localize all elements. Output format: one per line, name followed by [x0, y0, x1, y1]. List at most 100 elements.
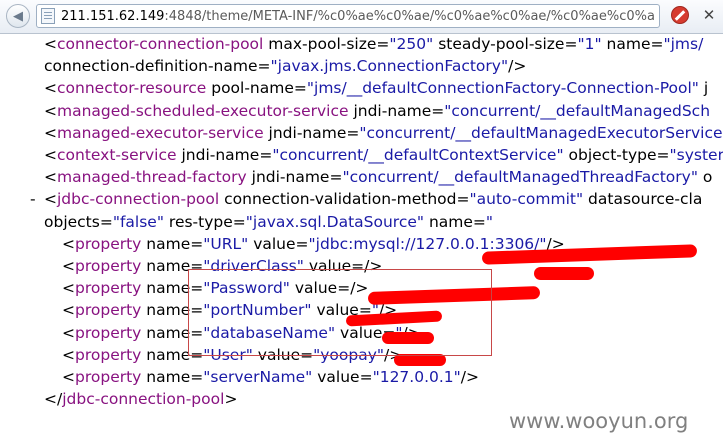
xml-value: "concurrent/__defaultManagedSch — [444, 101, 711, 120]
xml-punct: < — [44, 190, 57, 209]
xml-tag: connector-resource — [57, 79, 207, 98]
xml-punct: = — [257, 57, 271, 76]
xml-tag: managed-executor-service — [57, 123, 264, 142]
xml-tag: jdbc-connection-pool — [57, 190, 220, 209]
xml-punct: = — [472, 212, 486, 231]
xml-value: "1" — [577, 35, 602, 53]
xml-punct: /> — [460, 368, 480, 386]
xml-punct: < — [62, 368, 75, 386]
xml-tag: property — [75, 368, 142, 386]
collapse-toggle[interactable]: - — [30, 189, 44, 209]
xml-punct: < — [62, 234, 75, 253]
xml-punct: < — [62, 323, 75, 342]
xml-value: " — [485, 212, 494, 231]
xml-line: <connector-connection-pool max-pool-size… — [44, 34, 703, 54]
xml-punct: = — [259, 146, 273, 164]
xml-value: "javax.sql.DataSource" — [245, 212, 425, 231]
xml-punct: < — [62, 345, 75, 364]
address-bar[interactable]: 211.151.62.149:4848/theme/META-INF/%c0%a… — [36, 4, 660, 28]
url-path: :4848/theme/META-INF/%c0%ae%c0%ae/%c0%ae… — [164, 9, 655, 24]
xml-punct: < — [62, 279, 75, 298]
xml-value: "jms/__defaultConnectionFactory-Connecti… — [306, 79, 699, 98]
xml-attr: name — [424, 212, 473, 231]
xml-punct: < — [62, 257, 75, 275]
xml-line: <property name="serverName" value="127.0… — [62, 367, 479, 387]
xml-attr: connection-definition-name — [44, 57, 258, 76]
xml-value: "auto-commit" — [469, 190, 584, 209]
browser-toolbar: ◀ 211.151.62.149:4848/theme/META-INF/%c0… — [0, 0, 723, 34]
xml-attr: j — [698, 79, 709, 98]
xml-punct: < — [44, 79, 57, 98]
back-icon[interactable]: ◀ — [6, 4, 30, 28]
xml-value: "false" — [112, 212, 164, 231]
xml-tag: jdbc-connection-pool — [62, 390, 225, 409]
xml-punct: > — [224, 390, 238, 409]
xml-line: connection-definition-name="javax.jms.Co… — [44, 56, 526, 76]
xml-attr: name — [141, 234, 191, 253]
xml-tag: property — [75, 257, 142, 275]
xml-attr: jndi-name — [348, 101, 432, 120]
xml-line: - <jdbc-connection-pool connection-valida… — [30, 189, 702, 209]
xml-line: <managed-scheduled-executor-service jndi… — [44, 101, 710, 121]
xml-attr: name — [141, 368, 191, 386]
xml-punct: = — [650, 35, 664, 53]
xml-attr: datasource-cla — [583, 190, 703, 209]
xml-punct: = — [346, 123, 360, 142]
xml-punct: < — [44, 146, 57, 164]
xml-punct: < — [44, 168, 57, 187]
xml-attr: name — [141, 323, 191, 342]
xml-attr: jndi-name — [176, 146, 260, 164]
xml-value: "URL" — [203, 234, 249, 253]
xml-punct: < — [62, 301, 75, 320]
highlight-box — [188, 269, 492, 356]
xml-punct: = — [376, 35, 390, 53]
xml-line: <context-service jndi-name="concurrent/_… — [44, 145, 723, 165]
xml-attr: jndi-name — [246, 168, 330, 187]
xml-value: "250" — [389, 35, 434, 53]
xml-line: </jdbc-connection-pool> — [44, 389, 237, 409]
xml-punct: < — [44, 101, 57, 120]
xml-viewer: <connector-connection-pool max-pool-size… — [0, 33, 723, 433]
xml-punct: = — [359, 368, 373, 386]
xml-line: objects="false" res-type="javax.sql.Data… — [44, 212, 493, 232]
close-icon[interactable]: ✕ — [699, 5, 719, 25]
xml-value: "127.0.0.1" — [372, 368, 461, 386]
xml-attr: name — [141, 279, 191, 298]
xml-attr: object-type — [563, 146, 657, 164]
xml-line: <managed-executor-service jndi-name="con… — [44, 123, 723, 143]
xml-value: "javax.jms.ConnectionFactory" — [270, 57, 509, 76]
xml-tag: property — [75, 279, 142, 298]
xml-punct: = — [190, 234, 204, 253]
xml-tag: managed-scheduled-executor-service — [57, 101, 349, 120]
page-icon — [41, 8, 55, 24]
blocked-icon[interactable] — [671, 6, 689, 24]
xml-attr: o — [697, 168, 713, 187]
xml-punct: < — [44, 35, 57, 53]
xml-punct: = — [656, 146, 670, 164]
xml-attr: value — [312, 368, 360, 386]
xml-value: "serverName" — [203, 368, 313, 386]
xml-attr: name — [141, 345, 191, 364]
xml-punct: /> — [508, 57, 527, 76]
xml-tag: managed-thread-factory — [57, 168, 247, 187]
xml-punct: = — [295, 234, 309, 253]
xml-punct: = — [329, 168, 343, 187]
url-host: 211.151.62.149 — [61, 9, 165, 24]
xml-value: "concurrent/__defaultContextService" — [272, 146, 564, 164]
watermark: www.wooyun.org — [509, 409, 689, 433]
xml-attr: value — [248, 234, 296, 253]
xml-tag: property — [75, 234, 142, 253]
url-text[interactable]: 211.151.62.149:4848/theme/META-INF/%c0%a… — [61, 8, 655, 25]
xml-tag: property — [75, 323, 142, 342]
xml-punct: </ — [44, 390, 63, 409]
xml-tag: property — [75, 345, 142, 364]
xml-attr: res-type — [163, 212, 233, 231]
xml-punct: = — [99, 212, 113, 231]
xml-attr: pool-name — [206, 79, 294, 98]
xml-punct: = — [293, 79, 307, 98]
xml-attr: max-pool-size — [263, 35, 377, 53]
xml-value: "concurrent/__defaultManagedThreadFactor… — [342, 168, 698, 187]
xml-punct: < — [44, 123, 57, 142]
xml-attr: name — [141, 257, 191, 275]
xml-value: "jms/ — [663, 35, 704, 53]
